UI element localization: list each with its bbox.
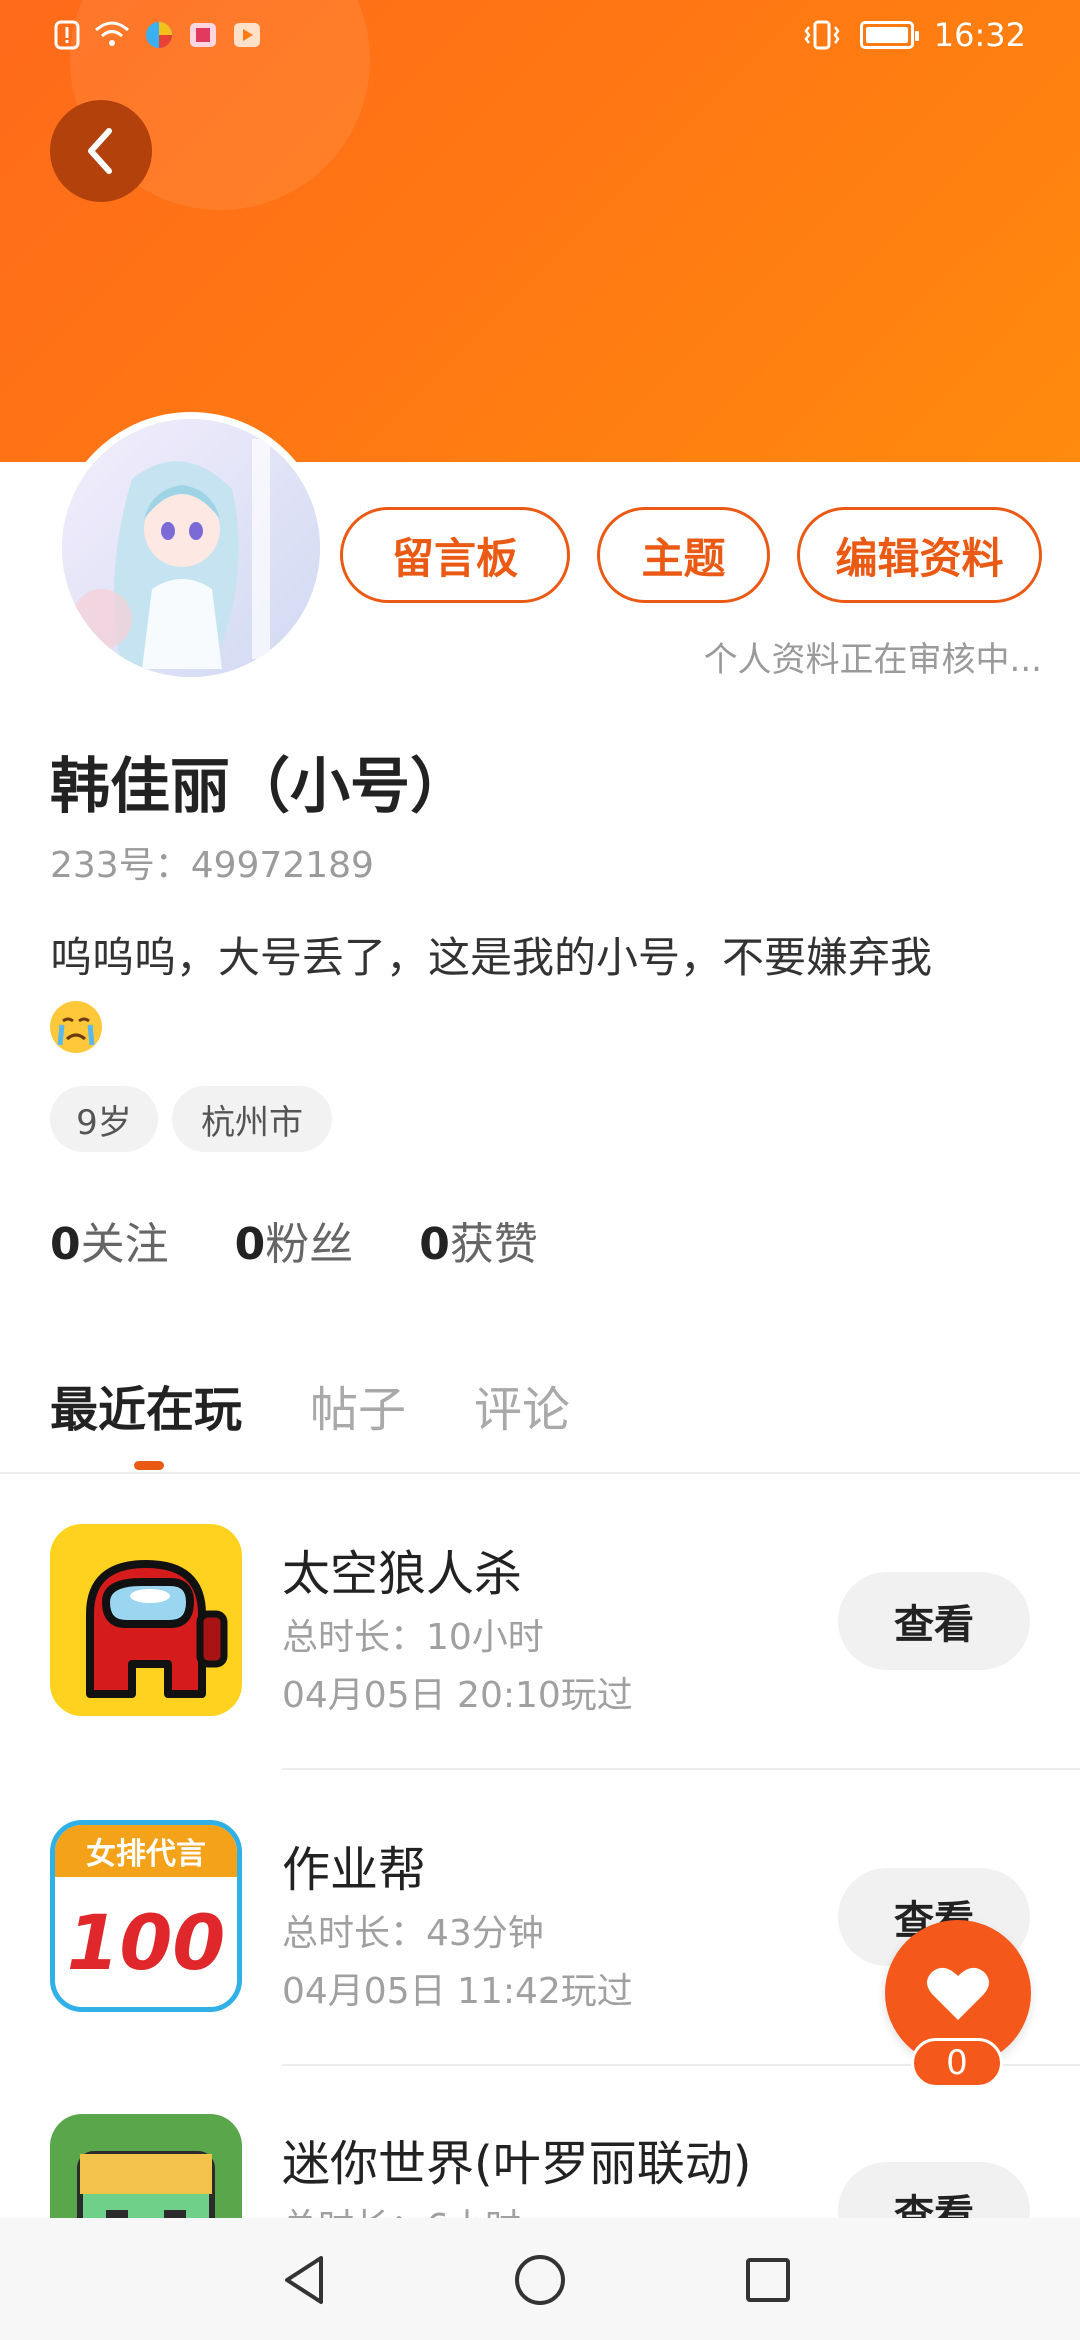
nav-home-button[interactable]	[504, 2244, 576, 2316]
city-tag: 杭州市	[172, 1086, 332, 1152]
tab-posts[interactable]: 帖子	[310, 1370, 406, 1440]
status-left-icons	[54, 20, 262, 50]
edit-profile-button[interactable]: 编辑资料	[797, 507, 1042, 603]
crying-face-emoji	[50, 1000, 102, 1053]
following-stat[interactable]: 0关注	[50, 1208, 169, 1272]
profile-id: 233号：49972189	[50, 845, 374, 886]
likes-stat[interactable]: 0获赞	[419, 1208, 538, 1272]
profile-tabs: 最近在玩 帖子 评论	[50, 1370, 570, 1440]
followers-stat[interactable]: 0粉丝	[235, 1208, 354, 1272]
tab-comments[interactable]: 评论	[474, 1370, 570, 1440]
view-button[interactable]: 查看	[838, 1572, 1030, 1670]
avatar[interactable]	[55, 412, 327, 684]
list-item[interactable]: 太空狼人杀 总时长：10小时 04月05日 20:10玩过 查看	[0, 1524, 1080, 1820]
active-tab-indicator	[134, 1461, 164, 1470]
among-us-icon	[50, 1524, 242, 1716]
nav-back-icon	[285, 2256, 323, 2304]
alert-icon	[54, 20, 80, 50]
system-nav-bar	[0, 2218, 1080, 2340]
game-title: 太空狼人杀	[282, 1546, 523, 1602]
game-duration: 总时长：43分钟	[282, 1913, 544, 1954]
nav-home-icon	[515, 2255, 565, 2305]
guestbook-button[interactable]: 留言板	[340, 507, 570, 603]
battery-icon	[859, 21, 919, 49]
zuoyebang-banner: 女排代言	[55, 1825, 237, 1877]
profile-name: 韩佳丽（小号）	[50, 752, 470, 822]
avatar-illustration	[62, 419, 320, 677]
game-last-played: 04月05日 20:10玩过	[282, 1675, 633, 1716]
book-app-icon	[190, 23, 216, 47]
profile-bio-text: 呜呜呜，大号丢了，这是我的小号，不要嫌弃我	[50, 933, 933, 982]
heart-icon	[927, 1967, 989, 2020]
wifi-icon	[95, 21, 129, 46]
zuoyebang-icon: 女排代言 100	[50, 1820, 242, 2012]
nav-back-button[interactable]	[268, 2244, 340, 2316]
row-divider	[282, 1768, 1080, 1770]
profile-bio: 呜呜呜，大号丢了，这是我的小号，不要嫌弃我	[50, 926, 1040, 1054]
game-last-played: 04月05日 11:42玩过	[282, 1971, 633, 2012]
status-time: 16:32	[933, 16, 1026, 54]
game-title: 迷你世界(叶罗丽联动)	[282, 2136, 752, 2192]
zuoyebang-number: 100	[66, 1897, 226, 1987]
tabs-divider	[0, 1472, 1080, 1474]
age-tag: 9岁	[50, 1086, 158, 1152]
nav-recents-icon	[746, 2258, 790, 2302]
status-bar: 16:32	[0, 0, 1080, 74]
like-count-badge: 0	[911, 2038, 1003, 2088]
status-right-icons: 16:32	[804, 16, 1026, 54]
game-duration: 总时长：10小时	[282, 1617, 544, 1658]
game-title: 作业帮	[282, 1842, 427, 1898]
tab-recently-played[interactable]: 最近在玩	[50, 1370, 242, 1440]
topics-button[interactable]: 主题	[597, 507, 770, 603]
vibrate-icon	[804, 20, 840, 50]
nav-recents-button[interactable]	[732, 2244, 804, 2316]
back-button[interactable]	[50, 100, 152, 202]
profile-review-note: 个人资料正在审核中...	[703, 640, 1042, 680]
profile-stats: 0关注 0粉丝 0获赞	[50, 1208, 538, 1272]
video-app-icon	[234, 23, 260, 47]
browser-app-icon	[146, 22, 172, 48]
chevron-left-icon	[88, 128, 112, 174]
